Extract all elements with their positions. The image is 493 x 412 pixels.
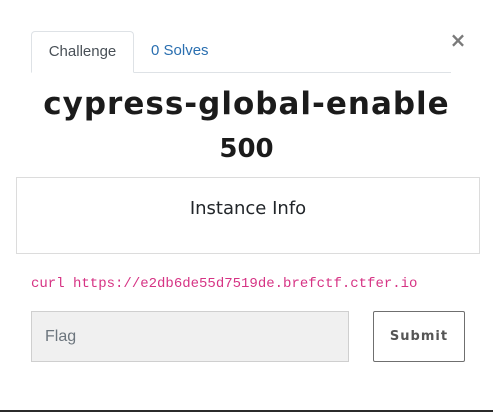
tab-challenge[interactable]: Challenge <box>31 31 134 73</box>
instance-info-card: Instance Info <box>16 177 480 254</box>
challenge-title: cypress-global-enable <box>43 86 450 122</box>
flag-input[interactable] <box>31 311 349 362</box>
close-icon[interactable]: × <box>449 28 467 52</box>
instance-info-title: Instance Info <box>189 198 307 219</box>
challenge-modal: × Challenge 0 Solves cypress-global-enab… <box>0 0 493 412</box>
instance-connection-command: curl https://e2db6de55d7519de.brefctf.ct… <box>31 276 418 292</box>
challenge-value: 500 <box>219 134 274 164</box>
challenge-tabs: Challenge 0 Solves <box>31 31 451 73</box>
submit-button[interactable]: Submit <box>373 311 465 362</box>
tab-solves[interactable]: 0 Solves <box>151 31 209 73</box>
